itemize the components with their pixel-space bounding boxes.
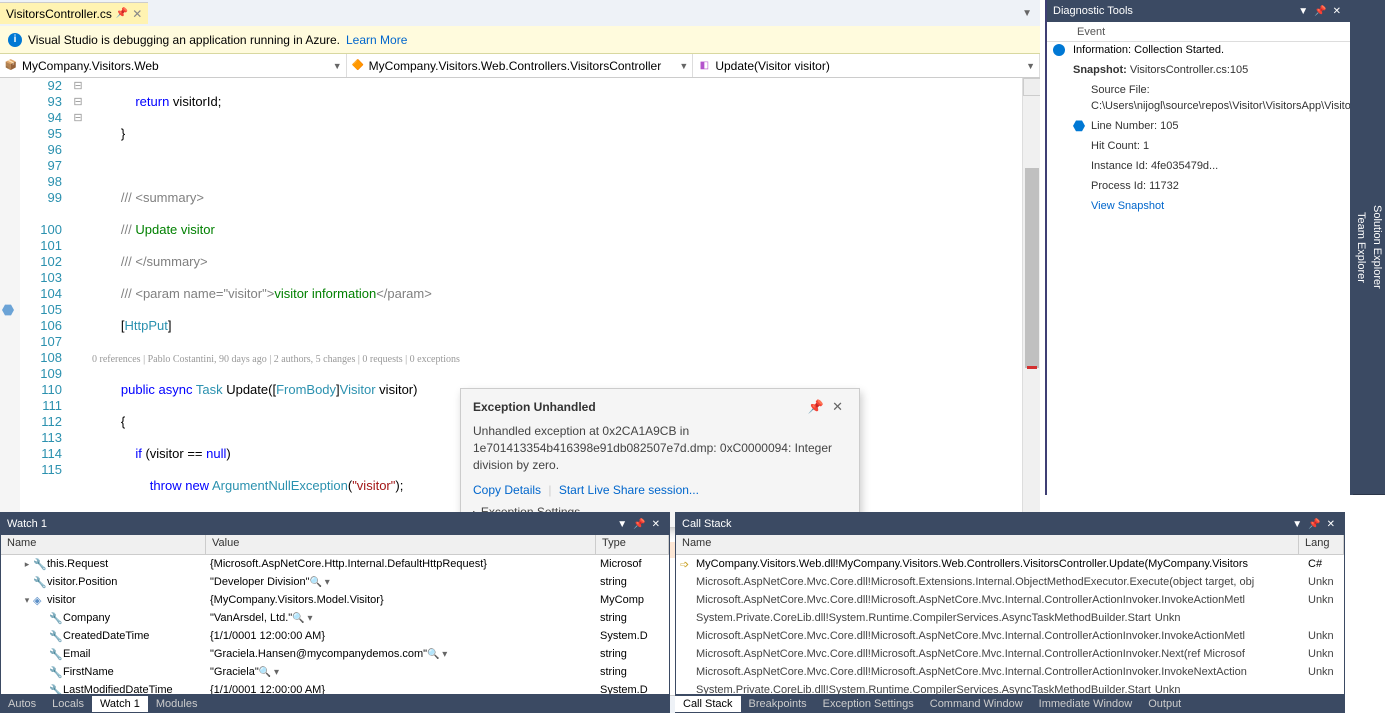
callstack-row[interactable]: System.Private.CoreLib.dll!System.Runtim… — [676, 609, 1344, 627]
callstack-panel: Call Stack ▼ 📌 ✕ Name Lang ➩MyCompany.Vi… — [675, 512, 1345, 713]
watch-row[interactable]: 🔧Company"VanArsdel, Ltd."🔍 ▾string — [1, 609, 669, 627]
callstack-row[interactable]: Microsoft.AspNetCore.Mvc.Core.dll!Micros… — [676, 663, 1344, 681]
file-tab-label: VisitorsController.cs — [6, 7, 112, 21]
method-dropdown[interactable]: ◧ Update(Visitor visitor) ▼ — [693, 54, 1040, 77]
method-icon: ◧ — [697, 59, 711, 73]
callstack-rows[interactable]: ➩MyCompany.Visitors.Web.dll!MyCompany.Vi… — [676, 555, 1344, 712]
pin-icon[interactable]: 📌 — [116, 8, 128, 19]
right-dock: Solution Explorer Team Explorer — [1350, 0, 1385, 495]
exception-body: Unhandled exception at 0x2CA1A9CB in 1e7… — [473, 423, 847, 473]
bottom-tab[interactable]: Immediate Window — [1031, 696, 1141, 712]
error-marker[interactable] — [1027, 366, 1037, 369]
bottom-tab[interactable]: Output — [1140, 696, 1189, 712]
watch-panel: Watch 1 ▼ 📌 ✕ Name Value Type ▸🔧this.Req… — [0, 512, 670, 713]
diagnostic-title-bar[interactable]: Diagnostic Tools ▼ 📌 ✕ — [1047, 0, 1350, 22]
diag-source-file: Source File: C:\Users\nijogl\source\repo… — [1047, 81, 1350, 117]
watch-row[interactable]: 🔧Email"Graciela.Hansen@mycompanydemos.co… — [1, 645, 669, 663]
file-tab[interactable]: VisitorsController.cs 📌 ✕ — [0, 2, 148, 24]
live-share-link[interactable]: Start Live Share session... — [559, 483, 699, 497]
tab-overflow-icon[interactable]: ▼ — [1022, 8, 1040, 19]
pin-icon[interactable]: 📌 — [804, 399, 828, 415]
dropdown-icon[interactable]: ▼ — [1289, 519, 1305, 530]
learn-more-link[interactable]: Learn More — [346, 33, 407, 47]
callstack-title-bar[interactable]: Call Stack ▼ 📌 ✕ — [676, 513, 1344, 535]
left-bottom-tabs: AutosLocalsWatch 1Modules — [0, 694, 670, 713]
debug-notification-bar: i Visual Studio is debugging an applicat… — [0, 26, 1040, 54]
namespace-icon: 📦 — [4, 59, 18, 73]
chevron-down-icon: ▼ — [679, 61, 688, 71]
watch-table-header: Name Value Type — [1, 535, 669, 555]
bottom-tab[interactable]: Autos — [0, 696, 44, 712]
watch-row[interactable]: 🔧visitor.Position"Developer Division"🔍 ▾… — [1, 573, 669, 591]
codelens[interactable]: 0 references | Pablo Costantini, 90 days… — [92, 354, 460, 365]
callstack-row[interactable]: ➩MyCompany.Visitors.Web.dll!MyCompany.Vi… — [676, 555, 1344, 573]
dropdown-icon[interactable]: ▼ — [614, 519, 630, 530]
watch-rows[interactable]: ▸🔧this.Request{Microsoft.AspNetCore.Http… — [1, 555, 669, 712]
exception-popup: Exception Unhandled 📌 ✕ Unhandled except… — [460, 388, 860, 528]
info-icon: i — [8, 33, 22, 47]
split-icon[interactable] — [1023, 78, 1040, 96]
close-icon[interactable]: ✕ — [132, 7, 142, 21]
close-icon[interactable]: ✕ — [1330, 6, 1344, 17]
bottom-tab[interactable]: Call Stack — [675, 696, 741, 712]
class-icon: 🔶 — [351, 59, 365, 73]
bottom-tab[interactable]: Modules — [148, 696, 206, 712]
document-tab-bar: VisitorsController.cs 📌 ✕ ▼ — [0, 0, 1040, 26]
solution-explorer-tab[interactable]: Solution Explorer — [1369, 0, 1385, 495]
right-bottom-tabs: Call StackBreakpointsException SettingsC… — [675, 694, 1345, 713]
callstack-row[interactable]: Microsoft.AspNetCore.Mvc.Core.dll!Micros… — [676, 591, 1344, 609]
bottom-tab[interactable]: Command Window — [922, 696, 1031, 712]
callstack-row[interactable]: Microsoft.AspNetCore.Mvc.Core.dll!Micros… — [676, 573, 1344, 591]
copy-details-link[interactable]: Copy Details — [473, 483, 541, 497]
exception-links: Copy Details | Start Live Share session.… — [473, 483, 847, 497]
view-snapshot-link[interactable]: View Snapshot — [1091, 200, 1164, 212]
chevron-down-icon: ▼ — [333, 61, 342, 71]
dropdown-icon[interactable]: ▼ — [1295, 6, 1311, 17]
notification-text: Visual Studio is debugging an applicatio… — [28, 33, 340, 47]
watch-row[interactable]: 🔧CreatedDateTime{1/1/0001 12:00:00 AM}Sy… — [1, 627, 669, 645]
pin-icon[interactable]: 📌 — [630, 519, 648, 530]
watch-row[interactable]: ▸🔧this.Request{Microsoft.AspNetCore.Http… — [1, 555, 669, 573]
watch-row[interactable]: 🔧FirstName"Graciela"🔍 ▾string — [1, 663, 669, 681]
diagnostic-tools-panel: Diagnostic Tools ▼ 📌 ✕ Event Information… — [1045, 0, 1350, 495]
snapshot-marker-icon[interactable] — [0, 302, 20, 318]
watch-row[interactable]: ▾◈visitor{MyCompany.Visitors.Model.Visit… — [1, 591, 669, 609]
pin-icon[interactable]: 📌 — [1311, 6, 1329, 17]
exception-title: Exception Unhandled — [473, 400, 804, 414]
close-icon[interactable]: ✕ — [1324, 519, 1338, 530]
bottom-tab[interactable]: Breakpoints — [741, 696, 815, 712]
class-dropdown[interactable]: 🔶 MyCompany.Visitors.Web.Controllers.Vis… — [347, 54, 694, 77]
event-column-header[interactable]: Event — [1047, 22, 1350, 42]
bottom-tab[interactable]: Locals — [44, 696, 92, 712]
callstack-row[interactable]: Microsoft.AspNetCore.Mvc.Core.dll!Micros… — [676, 645, 1344, 663]
chevron-down-icon: ▼ — [1026, 61, 1035, 71]
watch-title-bar[interactable]: Watch 1 ▼ 📌 ✕ — [1, 513, 669, 535]
pin-icon[interactable]: 📌 — [1305, 519, 1323, 530]
callstack-table-header: Name Lang — [676, 535, 1344, 555]
close-icon[interactable]: ✕ — [828, 399, 847, 415]
close-icon[interactable]: ✕ — [649, 519, 663, 530]
bottom-tab[interactable]: Exception Settings — [815, 696, 922, 712]
team-explorer-tab[interactable]: Team Explorer — [1353, 0, 1369, 495]
hexagon-icon — [1073, 120, 1085, 132]
bottom-tab[interactable]: Watch 1 — [92, 696, 148, 712]
namespace-dropdown[interactable]: 📦 MyCompany.Visitors.Web ▼ — [0, 54, 347, 77]
info-icon — [1053, 44, 1073, 59]
diag-info-row[interactable]: Information: Collection Started. — [1047, 42, 1350, 61]
code-nav-bar: 📦 MyCompany.Visitors.Web ▼ 🔶 MyCompany.V… — [0, 54, 1040, 78]
callstack-row[interactable]: Microsoft.AspNetCore.Mvc.Core.dll!Micros… — [676, 627, 1344, 645]
